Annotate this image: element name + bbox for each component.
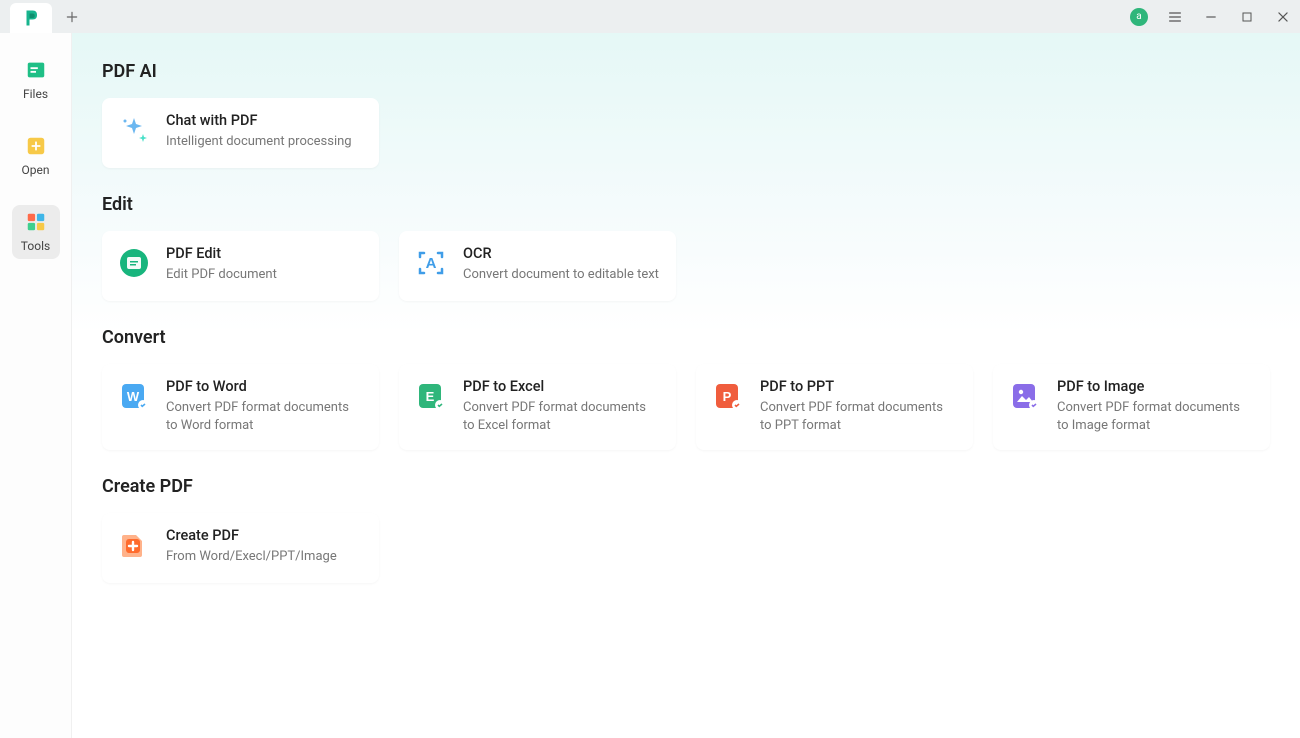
app-logo-icon — [22, 9, 40, 27]
card-title: OCR — [463, 245, 659, 262]
card-row: Chat with PDF Intelligent document proce… — [102, 98, 1300, 168]
maximize-icon — [1241, 11, 1253, 23]
card-subtitle: From Word/Execl/PPT/Image — [166, 548, 337, 566]
sidebar: Files Open Tools — [0, 33, 72, 738]
section-title: Edit — [102, 194, 1300, 215]
sidebar-item-open[interactable]: Open — [12, 129, 60, 183]
card-subtitle: Edit PDF document — [166, 266, 277, 284]
pdf-edit-icon — [118, 247, 150, 279]
card-title: PDF Edit — [166, 245, 277, 262]
card-subtitle: Convert PDF format documents to Excel fo… — [463, 399, 660, 434]
minimize-icon — [1204, 10, 1218, 24]
excel-icon: E — [415, 380, 447, 412]
card-text: PDF to Excel Convert PDF format document… — [463, 378, 660, 434]
section-title: PDF AI — [102, 61, 1300, 82]
titlebar: a — [0, 0, 1300, 33]
app-tab[interactable] — [10, 3, 52, 33]
sidebar-item-tools[interactable]: Tools — [12, 205, 60, 259]
minimize-button[interactable] — [1202, 8, 1220, 26]
svg-text:A: A — [426, 255, 437, 272]
card-subtitle: Convert PDF format documents to Image fo… — [1057, 399, 1254, 434]
card-row: W PDF to Word Convert PDF format documen… — [102, 364, 1300, 450]
card-chat-with-pdf[interactable]: Chat with PDF Intelligent document proce… — [102, 98, 379, 168]
word-icon: W — [118, 380, 150, 412]
sidebar-item-label: Files — [23, 87, 48, 101]
section-pdf-ai: PDF AI Chat with PDF Intelligent documen… — [102, 61, 1300, 168]
card-text: OCR Convert document to editable text — [463, 245, 659, 284]
card-row: PDF Edit Edit PDF document A OCR Convert… — [102, 231, 1300, 301]
svg-text:P: P — [723, 389, 732, 404]
hamburger-icon — [1167, 9, 1183, 25]
close-button[interactable] — [1274, 8, 1292, 26]
card-text: Chat with PDF Intelligent document proce… — [166, 112, 352, 151]
card-ocr[interactable]: A OCR Convert document to editable text — [399, 231, 676, 301]
card-create-pdf[interactable]: Create PDF From Word/Execl/PPT/Image — [102, 513, 379, 583]
card-text: PDF to PPT Convert PDF format documents … — [760, 378, 957, 434]
close-icon — [1276, 10, 1290, 24]
section-title: Create PDF — [102, 476, 1300, 497]
sidebar-item-label: Tools — [21, 239, 50, 253]
user-avatar[interactable]: a — [1130, 8, 1148, 26]
body: Files Open Tools PDF AI — [0, 33, 1300, 738]
maximize-button[interactable] — [1238, 8, 1256, 26]
section-convert: Convert W PDF to Word Convert PDF format… — [102, 327, 1300, 450]
image-icon — [1009, 380, 1041, 412]
card-text: Create PDF From Word/Execl/PPT/Image — [166, 527, 337, 566]
titlebar-left — [10, 0, 88, 33]
card-pdf-edit[interactable]: PDF Edit Edit PDF document — [102, 231, 379, 301]
svg-text:W: W — [127, 389, 140, 404]
card-subtitle: Convert PDF format documents to Word for… — [166, 399, 363, 434]
card-title: PDF to PPT — [760, 378, 957, 395]
plus-icon — [65, 10, 79, 24]
card-subtitle: Convert PDF format documents to PPT form… — [760, 399, 957, 434]
card-text: PDF to Image Convert PDF format document… — [1057, 378, 1254, 434]
section-edit: Edit PDF Edit Edit PDF document — [102, 194, 1300, 301]
ai-sparkle-icon — [118, 114, 150, 146]
tools-icon — [25, 211, 47, 233]
card-pdf-to-excel[interactable]: E PDF to Excel Convert PDF format docume… — [399, 364, 676, 450]
section-create-pdf: Create PDF Create PDF From Word/Execl/PP… — [102, 476, 1300, 583]
svg-text:E: E — [426, 389, 435, 404]
main-content: PDF AI Chat with PDF Intelligent documen… — [72, 33, 1300, 738]
card-title: PDF to Image — [1057, 378, 1254, 395]
new-tab-button[interactable] — [56, 1, 88, 33]
ocr-icon: A — [415, 247, 447, 279]
titlebar-right: a — [1130, 8, 1292, 26]
create-pdf-icon — [118, 529, 150, 561]
card-pdf-to-ppt[interactable]: P PDF to PPT Convert PDF format document… — [696, 364, 973, 450]
card-title: PDF to Excel — [463, 378, 660, 395]
card-subtitle: Intelligent document processing — [166, 133, 352, 151]
card-title: Create PDF — [166, 527, 337, 544]
sidebar-item-label: Open — [22, 163, 50, 177]
card-text: PDF Edit Edit PDF document — [166, 245, 277, 284]
card-text: PDF to Word Convert PDF format documents… — [166, 378, 363, 434]
card-subtitle: Convert document to editable text — [463, 266, 659, 284]
sidebar-item-files[interactable]: Files — [12, 53, 60, 107]
card-pdf-to-image[interactable]: PDF to Image Convert PDF format document… — [993, 364, 1270, 450]
card-pdf-to-word[interactable]: W PDF to Word Convert PDF format documen… — [102, 364, 379, 450]
section-title: Convert — [102, 327, 1300, 348]
files-icon — [25, 59, 47, 81]
menu-button[interactable] — [1166, 8, 1184, 26]
card-title: PDF to Word — [166, 378, 363, 395]
ppt-icon: P — [712, 380, 744, 412]
open-icon — [25, 135, 47, 157]
card-row: Create PDF From Word/Execl/PPT/Image — [102, 513, 1300, 583]
card-title: Chat with PDF — [166, 112, 352, 129]
